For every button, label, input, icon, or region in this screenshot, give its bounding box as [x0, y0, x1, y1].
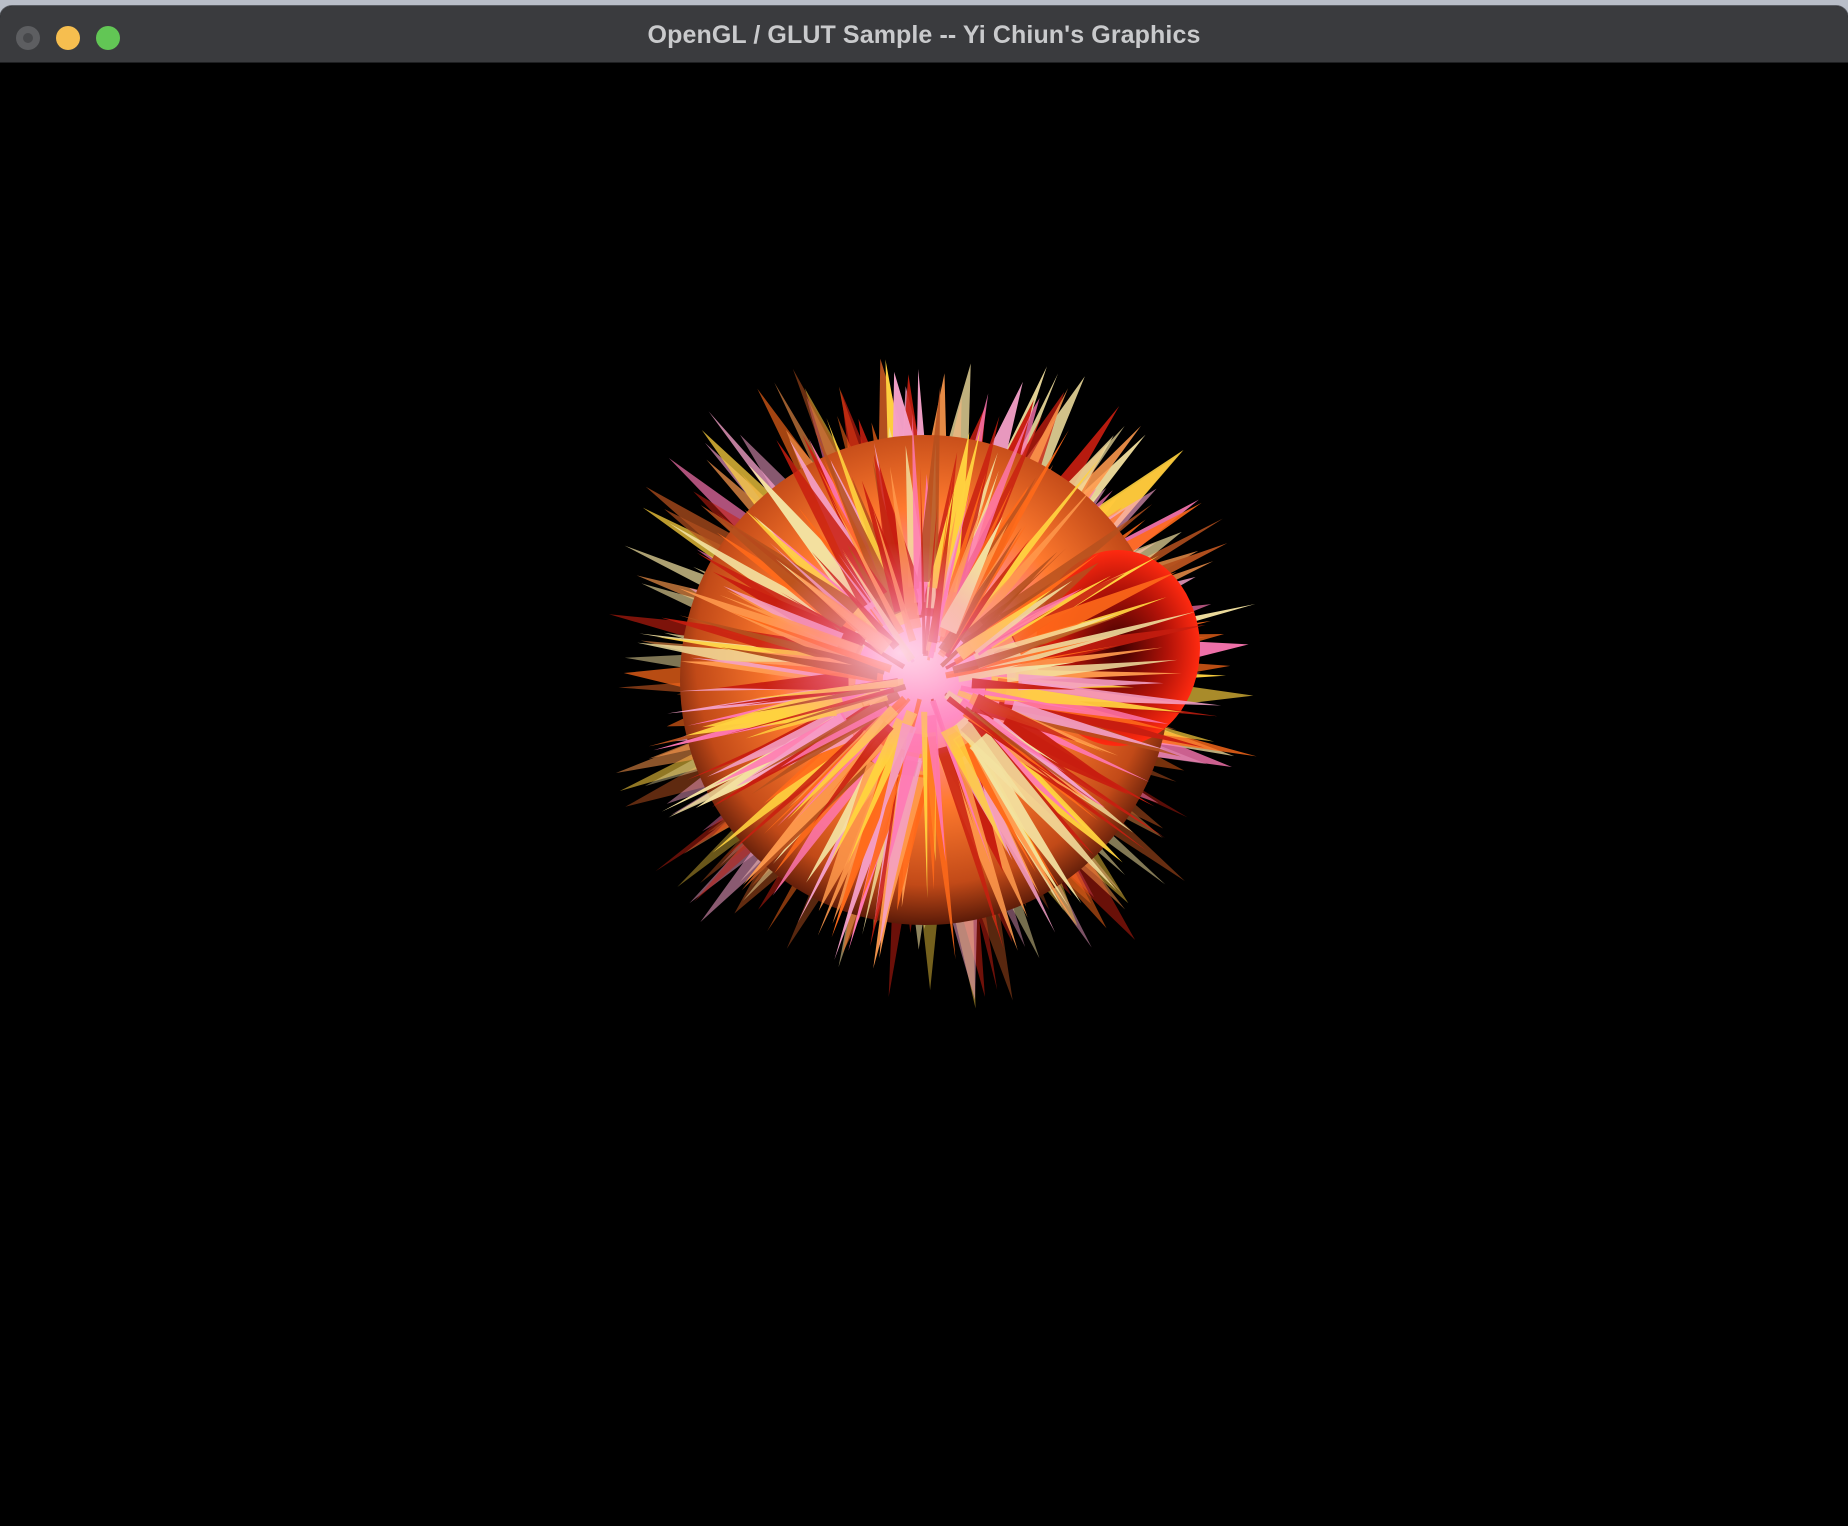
title-bar[interactable]: OpenGL / GLUT Sample -- Yi Chiun's Graph… [0, 6, 1848, 63]
pink-highlight [760, 543, 1040, 763]
opengl-viewport[interactable] [0, 63, 1848, 1526]
window-title: OpenGL / GLUT Sample -- Yi Chiun's Graph… [647, 21, 1201, 49]
spiky-sphere-render [609, 358, 1257, 1009]
app-window: OpenGL / GLUT Sample -- Yi Chiun's Graph… [0, 6, 1848, 1526]
